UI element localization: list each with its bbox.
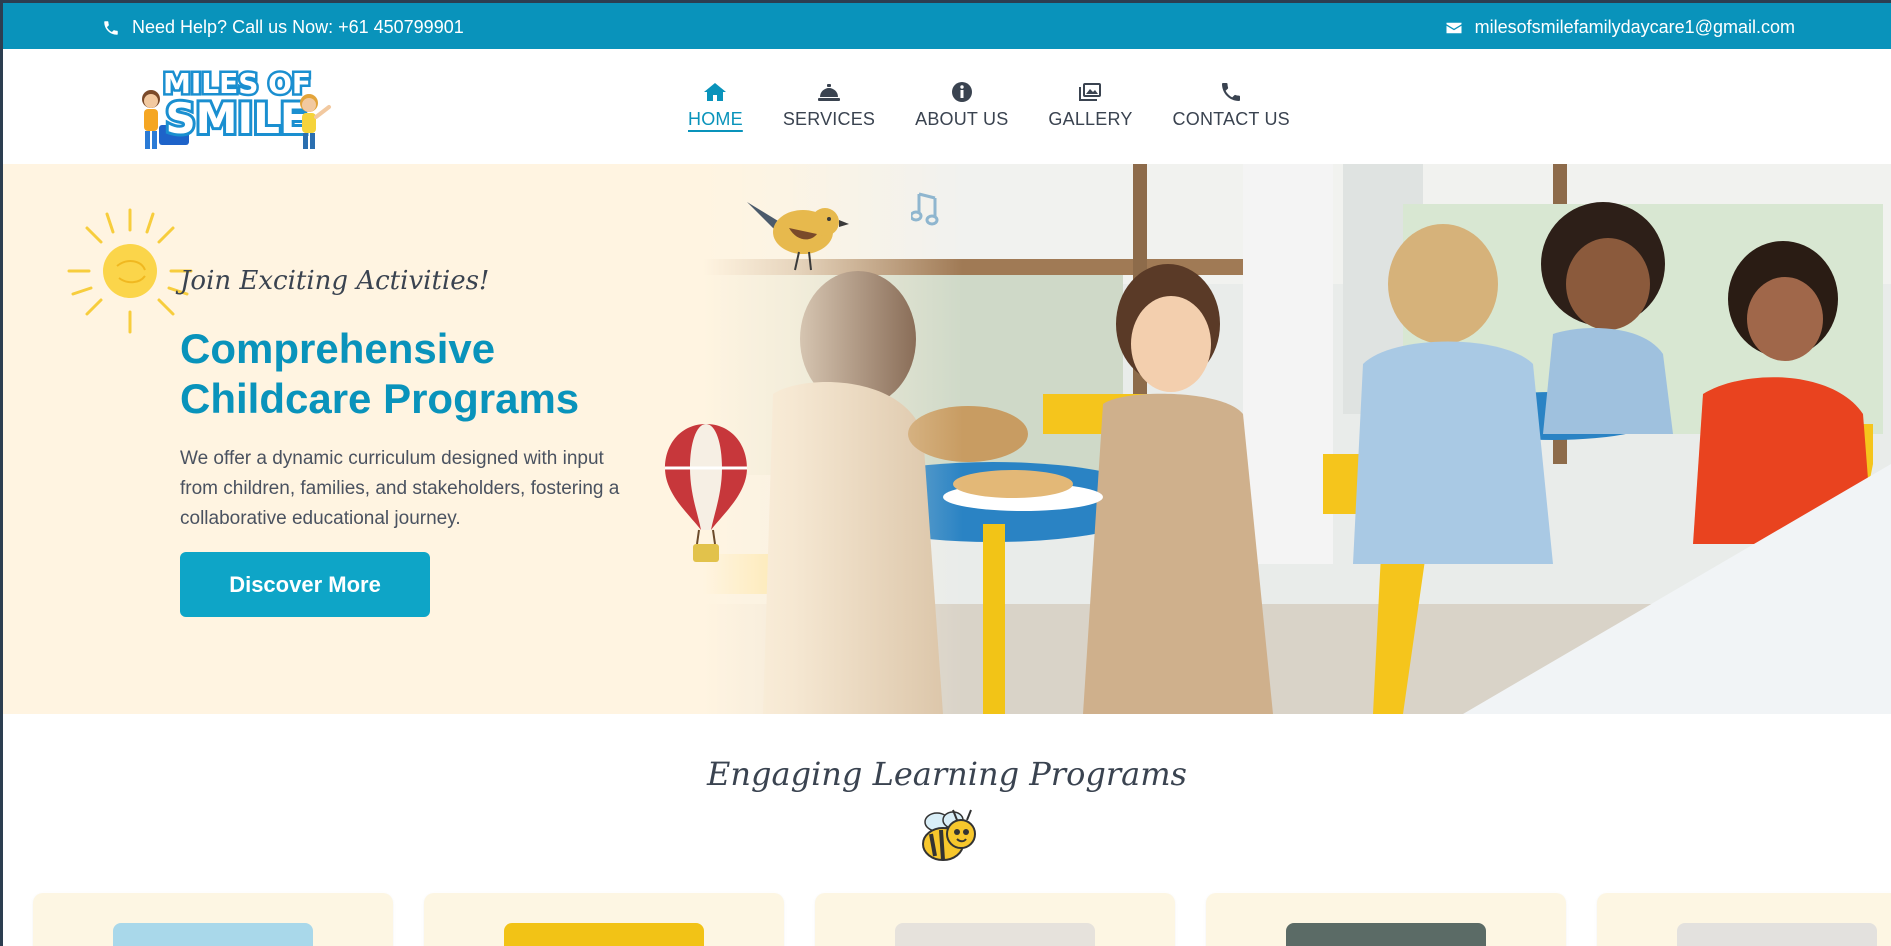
- program-card-image: [113, 923, 313, 946]
- envelope-icon: [1446, 22, 1462, 33]
- hot-air-balloon-illustration: [665, 424, 747, 562]
- nav-contact-label: CONTACT US: [1172, 109, 1290, 129]
- program-card[interactable]: [424, 893, 784, 946]
- service-bell-icon: [817, 84, 840, 101]
- program-card-image: [1286, 923, 1486, 946]
- miles-of-smile-logo[interactable]: MILES OF SMILE: [137, 59, 332, 157]
- svg-text:SMILE: SMILE: [165, 94, 308, 143]
- hero-headline-line2: Childcare Programs: [180, 375, 580, 422]
- nav-services[interactable]: SERVICES: [763, 81, 895, 130]
- hero-headline-line1: Comprehensive: [180, 325, 496, 372]
- home-icon: [704, 83, 727, 101]
- site-header: MILES OF SMILE HOME SERVICES ABOUT US GA…: [3, 49, 1891, 164]
- bee-illustration: [922, 809, 976, 861]
- nav-services-label: SERVICES: [782, 109, 876, 129]
- nav-home-label: HOME: [688, 109, 743, 129]
- program-card[interactable]: [815, 893, 1175, 946]
- program-card[interactable]: [1206, 893, 1566, 946]
- program-card-image: [504, 923, 704, 946]
- hero-tagline: Join Exciting Activities!: [180, 266, 490, 296]
- email-text: milesofsmilefamilydaycare1@gmail.com: [1474, 17, 1795, 37]
- phone-contact[interactable]: Need Help? Call us Now: +61 450799901: [102, 17, 464, 38]
- nav-about[interactable]: ABOUT US: [895, 81, 1028, 130]
- hero-section: Join Exciting Activities! Comprehensive …: [3, 164, 1891, 714]
- nav-contact[interactable]: CONTACT US: [1153, 81, 1310, 130]
- nav-gallery[interactable]: GALLERY: [1028, 81, 1152, 130]
- discover-more-button[interactable]: Discover More: [180, 552, 430, 617]
- programs-section-title: Engaging Learning Programs: [707, 755, 1187, 793]
- hero-headline: Comprehensive Childcare Programs: [180, 324, 740, 424]
- music-notes-illustration: [911, 192, 939, 226]
- phone-icon: [104, 20, 118, 35]
- hero-description: We offer a dynamic curriculum designed w…: [180, 448, 620, 529]
- program-card[interactable]: [1597, 893, 1891, 946]
- nav-home[interactable]: HOME: [668, 81, 763, 130]
- top-contact-bar: Need Help? Call us Now: +61 450799901 mi…: [3, 3, 1891, 49]
- bird-illustration: [747, 202, 849, 271]
- phone-icon: [1222, 83, 1241, 101]
- browser-viewport: Need Help? Call us Now: +61 450799901 mi…: [3, 3, 1891, 946]
- nav-about-label: ABOUT US: [915, 109, 1009, 129]
- email-contact[interactable]: milesofsmilefamilydaycare1@gmail.com: [1445, 17, 1795, 38]
- images-icon: [1079, 83, 1102, 101]
- program-cards: [33, 893, 1891, 946]
- info-icon: [951, 82, 972, 102]
- main-navigation: HOME SERVICES ABOUT US GALLERY CONTACT U…: [668, 81, 1310, 130]
- program-card-image: [1677, 923, 1877, 946]
- phone-text: Need Help? Call us Now: +61 450799901: [132, 17, 464, 37]
- program-card[interactable]: [33, 893, 393, 946]
- program-card-image: [895, 923, 1095, 946]
- sun-illustration: [67, 208, 193, 334]
- nav-gallery-label: GALLERY: [1048, 109, 1133, 129]
